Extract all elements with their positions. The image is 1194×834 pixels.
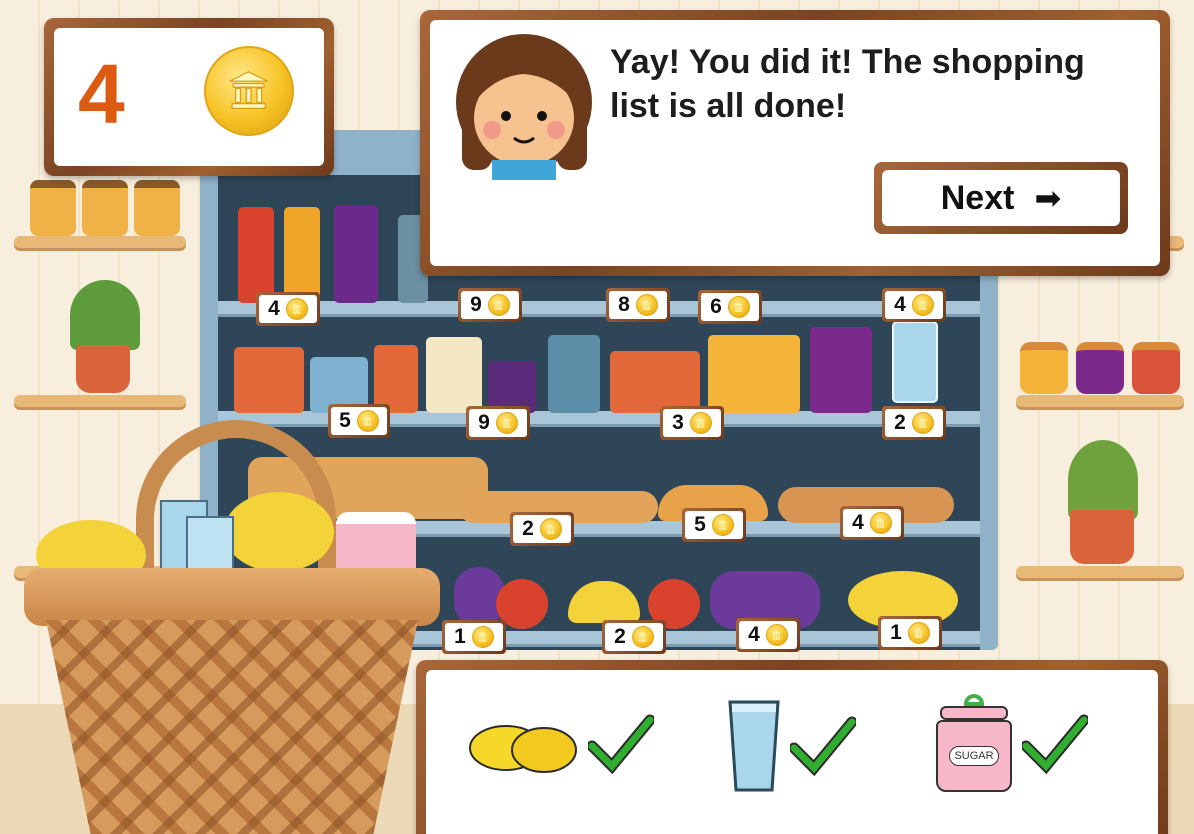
price-tag-grapes: 4 xyxy=(736,618,800,652)
coin-counter: 4 xyxy=(44,18,334,176)
flower-pot-icon xyxy=(76,345,130,393)
check-icon xyxy=(588,714,654,774)
price-value: 9 xyxy=(470,293,482,316)
price-value: 2 xyxy=(522,517,534,540)
coin-icon xyxy=(911,412,934,434)
arrow-right-icon: ➡ xyxy=(1034,180,1062,216)
price-tag-loaf: 4 xyxy=(840,506,904,540)
price-value: 4 xyxy=(894,293,906,316)
coin-count: 4 xyxy=(78,47,125,141)
cracker-box-icon[interactable] xyxy=(610,351,700,413)
check-icon xyxy=(1022,714,1088,774)
coin-icon xyxy=(711,514,734,536)
price-tag-shelf1-item4: 6 xyxy=(698,290,762,324)
coin-icon xyxy=(471,626,494,648)
coin-icon xyxy=(689,412,712,434)
banana-icon[interactable] xyxy=(568,581,640,623)
wall-shelf-left-top xyxy=(14,236,186,248)
plant-icon xyxy=(70,280,140,350)
plant-icon xyxy=(1068,440,1138,520)
shopping-list: SUGAR xyxy=(416,660,1168,834)
price-tag-shelf1-item5: 4 xyxy=(882,288,946,322)
grape-juice-bottle-icon[interactable] xyxy=(334,205,378,303)
price-value: 8 xyxy=(618,293,630,316)
lemons-icon xyxy=(224,492,334,572)
glass-icon[interactable] xyxy=(892,321,938,403)
shopping-basket[interactable] xyxy=(24,420,444,834)
coin-icon xyxy=(285,298,308,320)
price-value: 4 xyxy=(748,623,760,646)
check-icon xyxy=(790,716,856,776)
sauce-jar-icon[interactable] xyxy=(374,345,418,413)
shelf-board xyxy=(218,301,980,317)
jar-icon[interactable] xyxy=(548,335,600,413)
list-item-lemons xyxy=(468,710,654,778)
ketchup-bottle-icon[interactable] xyxy=(238,207,274,303)
price-tag-lemons: 1 xyxy=(878,616,942,650)
coin-icon xyxy=(631,626,654,648)
coin-icon xyxy=(765,624,788,646)
cookie-tin-icon[interactable] xyxy=(708,335,800,413)
jam-jar-icon xyxy=(1076,342,1124,394)
coin-icon xyxy=(869,512,892,534)
price-tag-glass: 2 xyxy=(882,406,946,440)
milk-carton-icon[interactable] xyxy=(426,337,482,413)
coin-icon xyxy=(911,294,934,316)
coin-icon xyxy=(539,518,562,540)
coin-icon xyxy=(727,296,750,318)
price-tag-shelf1-item2: 9 xyxy=(458,288,522,322)
list-item-glass xyxy=(726,698,856,794)
price-value: 3 xyxy=(672,411,684,434)
coin-icon xyxy=(487,294,510,316)
dialog-box: Yay! You did it! The shopping list is al… xyxy=(420,10,1170,276)
wall-shelf-right-mid xyxy=(1016,395,1184,407)
price-value: 4 xyxy=(852,511,864,534)
price-tag-ketchup: 4 xyxy=(256,292,320,326)
glass-icon xyxy=(728,700,780,792)
next-button[interactable]: Next ➡ xyxy=(874,162,1128,234)
coin-icon xyxy=(635,294,658,316)
price-tag-shelf1-item3: 8 xyxy=(606,288,670,322)
price-value: 4 xyxy=(268,297,280,320)
price-tag-banana: 2 xyxy=(602,620,666,654)
price-value: 2 xyxy=(894,411,906,434)
price-value: 1 xyxy=(890,621,902,644)
price-tag-box: 3 xyxy=(660,406,724,440)
honey-jar-icon xyxy=(134,180,180,236)
honey-jar-icon xyxy=(82,180,128,236)
price-value: 6 xyxy=(710,295,722,318)
price-tag-milk: 9 xyxy=(466,406,530,440)
price-value: 1 xyxy=(454,625,466,648)
sugar-label: SUGAR xyxy=(949,746,999,766)
wall-shelf-right-low xyxy=(1016,566,1184,578)
price-tag-croissant: 5 xyxy=(682,508,746,542)
coin-icon xyxy=(907,622,930,644)
canned-food-icon[interactable] xyxy=(234,347,304,413)
juice-bottle-icon[interactable] xyxy=(284,207,320,303)
dialog-message: Yay! You did it! The shopping list is al… xyxy=(610,43,1085,125)
price-value: 9 xyxy=(478,411,490,434)
price-tag-grapes-apple: 1 xyxy=(442,620,506,654)
jam-jar-icon xyxy=(1020,342,1068,394)
lemons-icon xyxy=(469,725,577,773)
price-value: 2 xyxy=(614,625,626,648)
basket-body xyxy=(46,620,418,834)
next-button-label: Next xyxy=(940,178,1015,217)
price-tag-bread: 2 xyxy=(510,512,574,546)
basket-rim xyxy=(24,568,440,626)
sugar-jar-icon: SUGAR xyxy=(934,694,1014,794)
wall-shelf-left-mid xyxy=(14,395,186,407)
price-value: 5 xyxy=(694,513,706,536)
honey-jar-icon xyxy=(30,180,76,236)
jam-jar-icon xyxy=(1132,342,1180,394)
grape-jam-icon[interactable] xyxy=(810,327,872,413)
girl-avatar-icon xyxy=(456,34,592,180)
coin-icon xyxy=(495,412,518,434)
flower-pot-icon xyxy=(1070,510,1134,564)
coin-icon xyxy=(204,46,294,136)
list-item-sugar: SUGAR xyxy=(934,694,1088,794)
